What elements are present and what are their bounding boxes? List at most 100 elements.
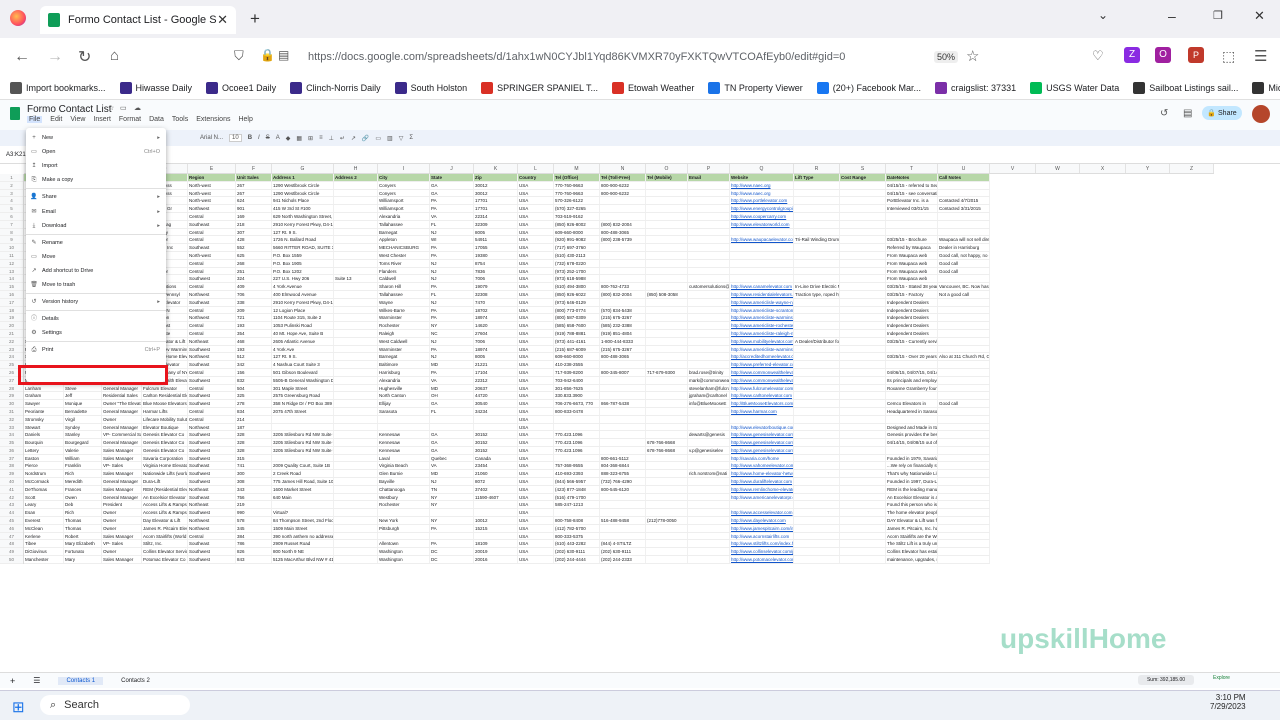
table-cell[interactable]: http://www.genesiselevator.com/products/… (730, 446, 794, 454)
table-cell[interactable]: (717) 697-3760 (554, 244, 600, 251)
table-cell[interactable] (688, 298, 730, 306)
table-cell[interactable] (600, 415, 646, 423)
table-cell[interactable] (730, 415, 794, 423)
table-cell[interactable]: http://www.americliste-rochester-ny.com (730, 322, 794, 329)
column-header[interactable]: G (272, 164, 334, 173)
table-cell[interactable]: Peoriante (24, 407, 64, 415)
table-cell[interactable]: 30540 (474, 400, 518, 407)
table-cell[interactable] (646, 275, 688, 283)
align-icon[interactable]: ≡ (319, 135, 323, 141)
table-cell[interactable]: USA (518, 446, 554, 454)
table-cell[interactable]: A Dealer/Distributor for numerous brands (794, 337, 840, 345)
table-cell[interactable]: Southwest (188, 431, 236, 439)
table-cell[interactable]: Wayne (378, 298, 430, 306)
table-cell[interactable]: 227 U.S. Hwy 206 (272, 275, 334, 283)
row-header[interactable]: 29 (0, 392, 23, 401)
table-cell[interactable] (794, 345, 840, 353)
table-cell[interactable] (794, 306, 840, 314)
table-cell[interactable]: 703-942-6400 (554, 376, 600, 384)
table-cell[interactable]: Country (518, 174, 554, 181)
table-cell[interactable]: VA (430, 462, 474, 470)
table-cell[interactable]: PA (430, 524, 474, 532)
table-cell[interactable]: mark@commonwealth (688, 376, 730, 384)
table-cell[interactable] (334, 267, 378, 275)
column-header[interactable]: M (554, 164, 600, 173)
table-cell[interactable]: James R. Pitcairn, Inc. has been providi… (886, 524, 938, 532)
table-cell[interactable]: 410-693-2393 (554, 470, 600, 478)
table-cell[interactable]: 800-661-5112 (600, 454, 646, 462)
table-cell[interactable]: Tallahassee (378, 220, 430, 228)
table-cell[interactable] (938, 407, 990, 415)
table-cell[interactable]: VA (430, 376, 474, 384)
table-cell[interactable] (600, 493, 646, 501)
row-header[interactable]: 48 (0, 540, 23, 549)
table-cell[interactable]: Acorn Stairlifts are the World's Best Se… (886, 532, 938, 540)
extension-icon[interactable]: O (1155, 47, 1171, 63)
row-header[interactable]: 39 (0, 470, 23, 479)
table-cell[interactable]: Kennesaw (378, 446, 430, 454)
table-cell[interactable]: 1290 Westlbrook Circle (272, 189, 334, 197)
table-cell[interactable] (272, 423, 334, 431)
table-cell[interactable]: Central (188, 368, 236, 376)
table-cell[interactable]: Residential Sales (102, 392, 142, 400)
table-cell[interactable]: (412) 782-5700 (554, 524, 600, 532)
table-cell[interactable]: Tel (Toll-Free) (600, 174, 646, 181)
table-cell[interactable] (938, 454, 990, 462)
table-cell[interactable] (688, 478, 730, 485)
table-cell[interactable]: 800-488-3065 (600, 228, 646, 236)
table-cell[interactable] (794, 415, 840, 423)
table-cell[interactable]: Referred by Waupaca (886, 244, 938, 251)
table-cell[interactable]: Unit Sales (236, 174, 272, 181)
table-cell[interactable]: 1290 Westlbrook Circle (272, 181, 334, 189)
share-button[interactable]: 🔒 Share (1202, 106, 1242, 120)
table-cell[interactable]: 800-762-4733 (600, 283, 646, 290)
table-cell[interactable]: http://www.elevatorboutique.com/contact-… (730, 423, 794, 431)
table-cell[interactable]: Bayville (378, 478, 430, 485)
table-cell[interactable]: 17055 (474, 244, 518, 251)
table-cell[interactable]: USA (518, 197, 554, 205)
table-cell[interactable]: 409 (236, 283, 272, 290)
table-cell[interactable]: Good call (938, 259, 990, 267)
table-cell[interactable] (794, 197, 840, 205)
table-cell[interactable]: Access Lifts & Ramps (142, 509, 188, 517)
table-cell[interactable]: 7006 (474, 337, 518, 345)
table-cell[interactable]: 17701 (474, 205, 518, 212)
table-cell[interactable] (378, 532, 430, 540)
table-cell[interactable]: 307 (236, 228, 272, 236)
bookmark-item[interactable]: South Holston (394, 81, 467, 94)
table-cell[interactable]: 2910 Kerry Forest Pkwy, D4-1 (272, 220, 334, 228)
table-cell[interactable] (334, 298, 378, 306)
table-cell[interactable]: 324 (236, 275, 272, 283)
table-cell[interactable]: Rochester (378, 501, 430, 509)
table-cell[interactable]: Bourquin (24, 439, 64, 446)
table-cell[interactable] (840, 259, 886, 267)
table-cell[interactable]: 800-833-0478 (554, 407, 600, 415)
table-cell[interactable] (840, 509, 886, 517)
table-cell[interactable]: P.O. Box 1559 (272, 251, 334, 259)
table-cell[interactable]: MECHANICSBURG (378, 244, 430, 251)
menu-help[interactable]: Help (238, 116, 252, 123)
table-cell[interactable]: Southwest (188, 275, 236, 283)
table-cell[interactable]: 18974 (474, 345, 518, 353)
table-cell[interactable] (600, 205, 646, 212)
table-cell[interactable]: Fulcrum Elevator (142, 384, 188, 392)
table-cell[interactable]: 468 (236, 337, 272, 345)
table-cell[interactable] (840, 244, 886, 251)
table-cell[interactable] (840, 361, 886, 368)
table-cell[interactable] (938, 501, 990, 509)
table-cell[interactable]: General Manager (102, 439, 142, 446)
table-cell[interactable]: (800) 832-2004 (600, 220, 646, 228)
table-cell[interactable]: Region (188, 174, 236, 181)
table-cell[interactable] (840, 290, 886, 298)
table-cell[interactable] (334, 220, 378, 228)
table-cell[interactable]: Appleton (378, 236, 430, 244)
comment-add-icon[interactable]: ▭ (375, 135, 381, 142)
table-cell[interactable] (938, 462, 990, 470)
table-cell[interactable]: Conyers (378, 189, 430, 197)
table-cell[interactable]: Wilkes-Barre (378, 306, 430, 314)
table-cell[interactable] (840, 181, 886, 189)
table-cell[interactable]: Zip (474, 174, 518, 181)
table-cell[interactable] (688, 485, 730, 493)
table-cell[interactable] (840, 189, 886, 197)
table-cell[interactable]: 832 (236, 376, 272, 384)
